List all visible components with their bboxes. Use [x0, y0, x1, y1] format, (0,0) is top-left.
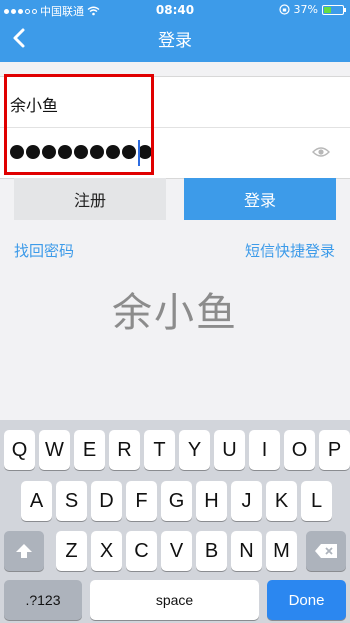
shift-key[interactable]	[4, 531, 44, 571]
key-k[interactable]: K	[266, 481, 297, 521]
key-h[interactable]: H	[196, 481, 227, 521]
key-g[interactable]: G	[161, 481, 192, 521]
login-button[interactable]: 登录	[184, 178, 336, 220]
key-d[interactable]: D	[91, 481, 122, 521]
key-s[interactable]: S	[56, 481, 87, 521]
key-e[interactable]: E	[74, 430, 105, 470]
key-x[interactable]: X	[91, 531, 122, 571]
key-z[interactable]: Z	[56, 531, 87, 571]
display-name: 余小鱼	[112, 290, 238, 336]
key-q[interactable]: Q	[4, 430, 35, 470]
register-button[interactable]: 注册	[14, 178, 166, 220]
key-c[interactable]: C	[126, 531, 157, 571]
key-l[interactable]: L	[301, 481, 332, 521]
key-a[interactable]: A	[21, 481, 52, 521]
top-bar: 中国联通 08:40 37% 登录	[0, 0, 350, 62]
sms-login-link[interactable]: 短信快捷登录	[245, 240, 335, 261]
key-p[interactable]: P	[319, 430, 350, 470]
key-n[interactable]: N	[231, 531, 262, 571]
status-bar: 中国联通 08:40 37%	[0, 0, 350, 20]
battery-percent: 37%	[293, 3, 318, 16]
battery-fill	[324, 6, 331, 13]
key-w[interactable]: W	[39, 430, 70, 470]
key-f[interactable]: F	[126, 481, 157, 521]
highlight-box	[4, 74, 154, 175]
key-i[interactable]: I	[249, 430, 280, 470]
key-b[interactable]: B	[196, 531, 227, 571]
key-j[interactable]: J	[231, 481, 262, 521]
page-title: 登录	[158, 31, 192, 51]
eye-icon[interactable]	[312, 145, 330, 159]
key-y[interactable]: Y	[179, 430, 210, 470]
backspace-icon	[315, 544, 337, 558]
numbers-key[interactable]: .?123	[4, 580, 82, 620]
key-o[interactable]: O	[284, 430, 315, 470]
done-key[interactable]: Done	[267, 580, 346, 620]
space-key[interactable]: space	[90, 580, 259, 620]
key-t[interactable]: T	[144, 430, 175, 470]
battery-icon	[322, 4, 346, 15]
key-r[interactable]: R	[109, 430, 140, 470]
delete-key[interactable]	[306, 531, 346, 571]
key-m[interactable]: M	[266, 531, 297, 571]
key-v[interactable]: V	[161, 531, 192, 571]
orientation-lock-icon	[278, 4, 290, 15]
keyboard: Q W E R T Y U I O P A S D F G H J K L Z X C V B N M .?123 space Done	[0, 420, 350, 623]
key-u[interactable]: U	[214, 430, 245, 470]
forgot-password-link[interactable]: 找回密码	[14, 240, 74, 261]
shift-icon	[16, 544, 32, 558]
